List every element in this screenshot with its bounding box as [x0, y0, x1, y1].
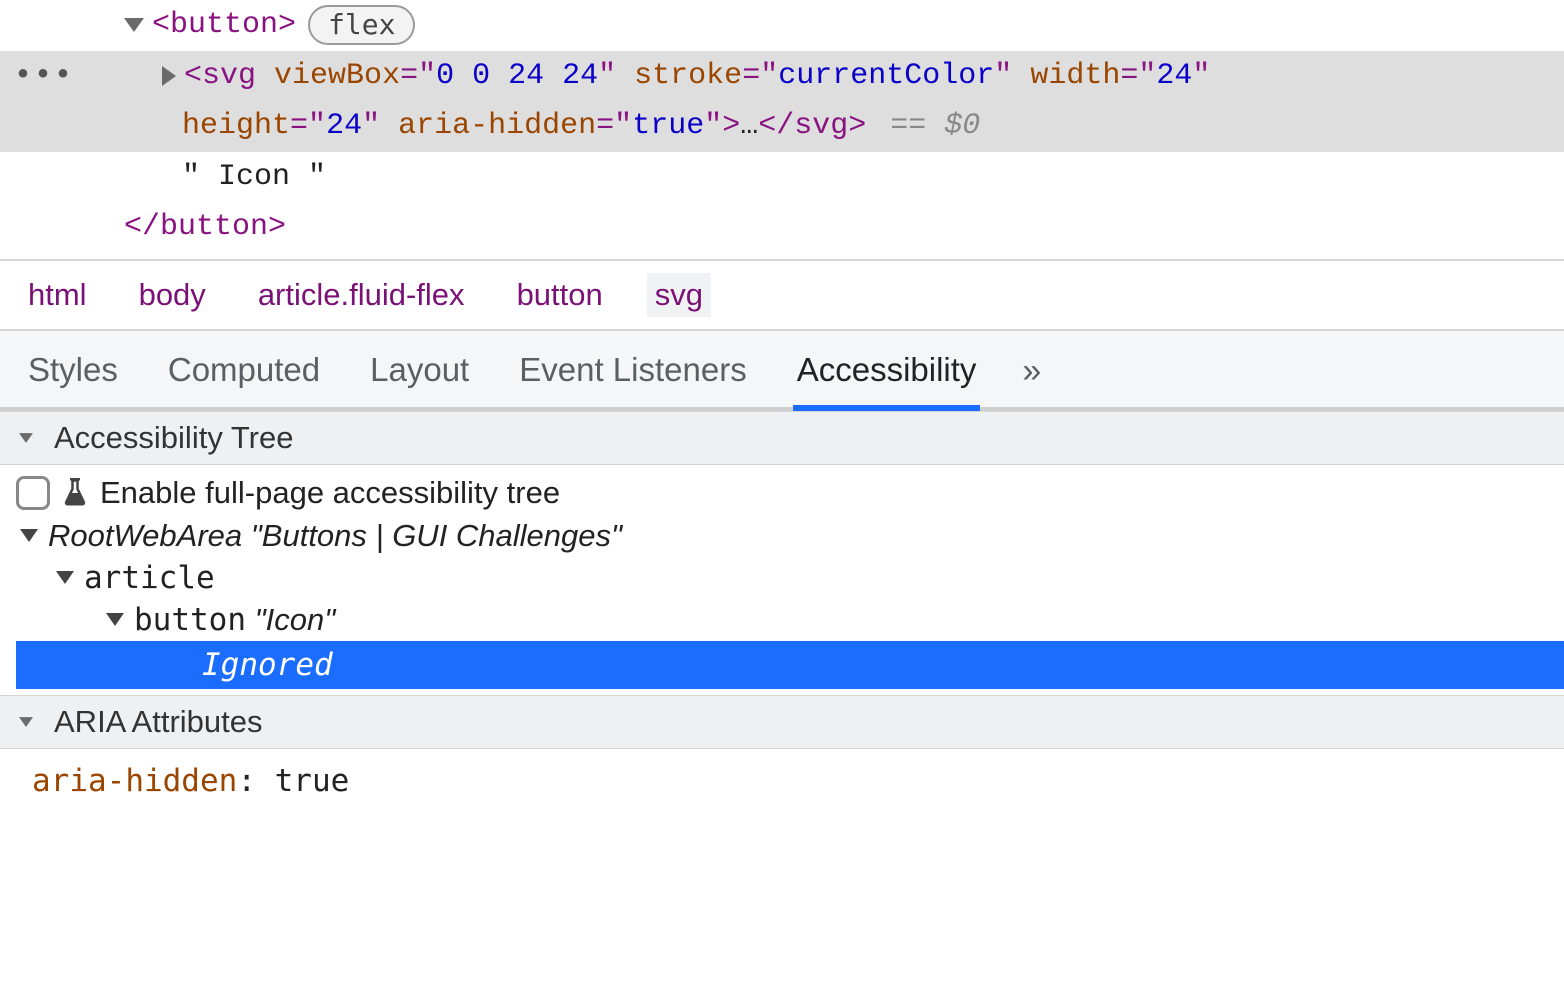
elements-dom-tree[interactable]: <button> flex ••• <svg viewBox="0 0 24 2…: [0, 0, 1564, 259]
flex-badge[interactable]: flex: [308, 5, 415, 45]
aria-attr-value: true: [275, 763, 350, 799]
ax-role: article: [84, 560, 215, 596]
enable-full-page-tree-row[interactable]: Enable full-page accessibility tree: [16, 471, 1564, 515]
accessibility-tree-body: Enable full-page accessibility tree Root…: [0, 465, 1564, 695]
ax-node-root[interactable]: RootWebArea "Buttons | GUI Challenges": [16, 515, 1564, 557]
devtools-panel: <button> flex ••• <svg viewBox="0 0 24 2…: [0, 0, 1564, 813]
dom-node-svg-selected[interactable]: ••• <svg viewBox="0 0 24 24" stroke="cur…: [0, 51, 1564, 102]
tab-accessibility[interactable]: Accessibility: [793, 345, 981, 411]
breadcrumb-item-svg[interactable]: svg: [647, 273, 711, 317]
dom-svg-open-tag: <svg viewBox="0 0 24 24" stroke="current…: [184, 53, 1210, 100]
ax-node-ignored-selected[interactable]: Ignored: [16, 641, 1564, 689]
chevron-down-icon[interactable]: [106, 613, 124, 626]
tab-computed[interactable]: Computed: [164, 345, 324, 411]
dom-text-value: " Icon ": [182, 154, 326, 201]
dom-tag-button: <button>: [152, 2, 296, 49]
ax-role: button: [134, 602, 246, 638]
breadcrumb-item-body[interactable]: body: [131, 273, 214, 317]
breadcrumb-item-html[interactable]: html: [20, 273, 95, 317]
dom-node-button-open[interactable]: <button> flex: [0, 0, 1564, 51]
chevron-down-icon[interactable]: [56, 571, 74, 584]
enable-full-page-tree-label: Enable full-page accessibility tree: [100, 475, 560, 511]
breadcrumb: html body article.fluid-flex button svg: [0, 259, 1564, 331]
dom-node-svg-selected-wrap[interactable]: height="24" aria-hidden="true">…</svg> =…: [0, 101, 1564, 152]
ax-name: "Buttons | GUI Challenges": [251, 518, 622, 554]
tab-styles[interactable]: Styles: [24, 345, 122, 411]
aria-attr-name: aria-hidden: [32, 763, 237, 799]
breadcrumb-item-article-fluid-flex[interactable]: article.fluid-flex: [250, 273, 473, 317]
ax-name: "Icon": [255, 602, 336, 638]
sidebar-tabstrip: Styles Computed Layout Event Listeners Acces…: [0, 331, 1564, 411]
disclosure-triangle-open-icon[interactable]: [19, 717, 33, 727]
disclosure-triangle-open-icon[interactable]: [124, 18, 144, 32]
section-title: ARIA Attributes: [54, 704, 263, 740]
dom-tag-button-close: </button>: [124, 204, 286, 251]
ax-ignored-label: Ignored: [202, 647, 333, 683]
section-header-accessibility-tree[interactable]: Accessibility Tree: [0, 411, 1564, 465]
aria-attribute-row[interactable]: aria-hidden: true: [0, 749, 1564, 813]
ax-node-button[interactable]: button "Icon": [16, 599, 1564, 641]
section-title: Accessibility Tree: [54, 420, 293, 456]
ax-node-article[interactable]: article: [16, 557, 1564, 599]
tab-event-listeners[interactable]: Event Listeners: [515, 345, 750, 411]
tabs-overflow-button[interactable]: »: [1022, 352, 1041, 407]
dom-svg-wrap: height="24" aria-hidden="true">…</svg> =…: [182, 103, 980, 150]
chevron-down-icon[interactable]: [20, 529, 38, 542]
ax-role: RootWebArea: [48, 518, 242, 554]
disclosure-triangle-open-icon[interactable]: [19, 433, 33, 443]
breadcrumb-item-button[interactable]: button: [509, 273, 611, 317]
checkbox[interactable]: [16, 476, 50, 510]
section-header-aria-attributes[interactable]: ARIA Attributes: [0, 695, 1564, 749]
beaker-icon: [60, 476, 90, 510]
selection-dots-icon: •••: [14, 53, 74, 100]
dom-node-button-close[interactable]: </button>: [0, 202, 1564, 253]
disclosure-triangle-closed-icon[interactable]: [162, 66, 176, 86]
dom-text-node-icon[interactable]: " Icon ": [0, 152, 1564, 203]
tab-layout[interactable]: Layout: [366, 345, 473, 411]
